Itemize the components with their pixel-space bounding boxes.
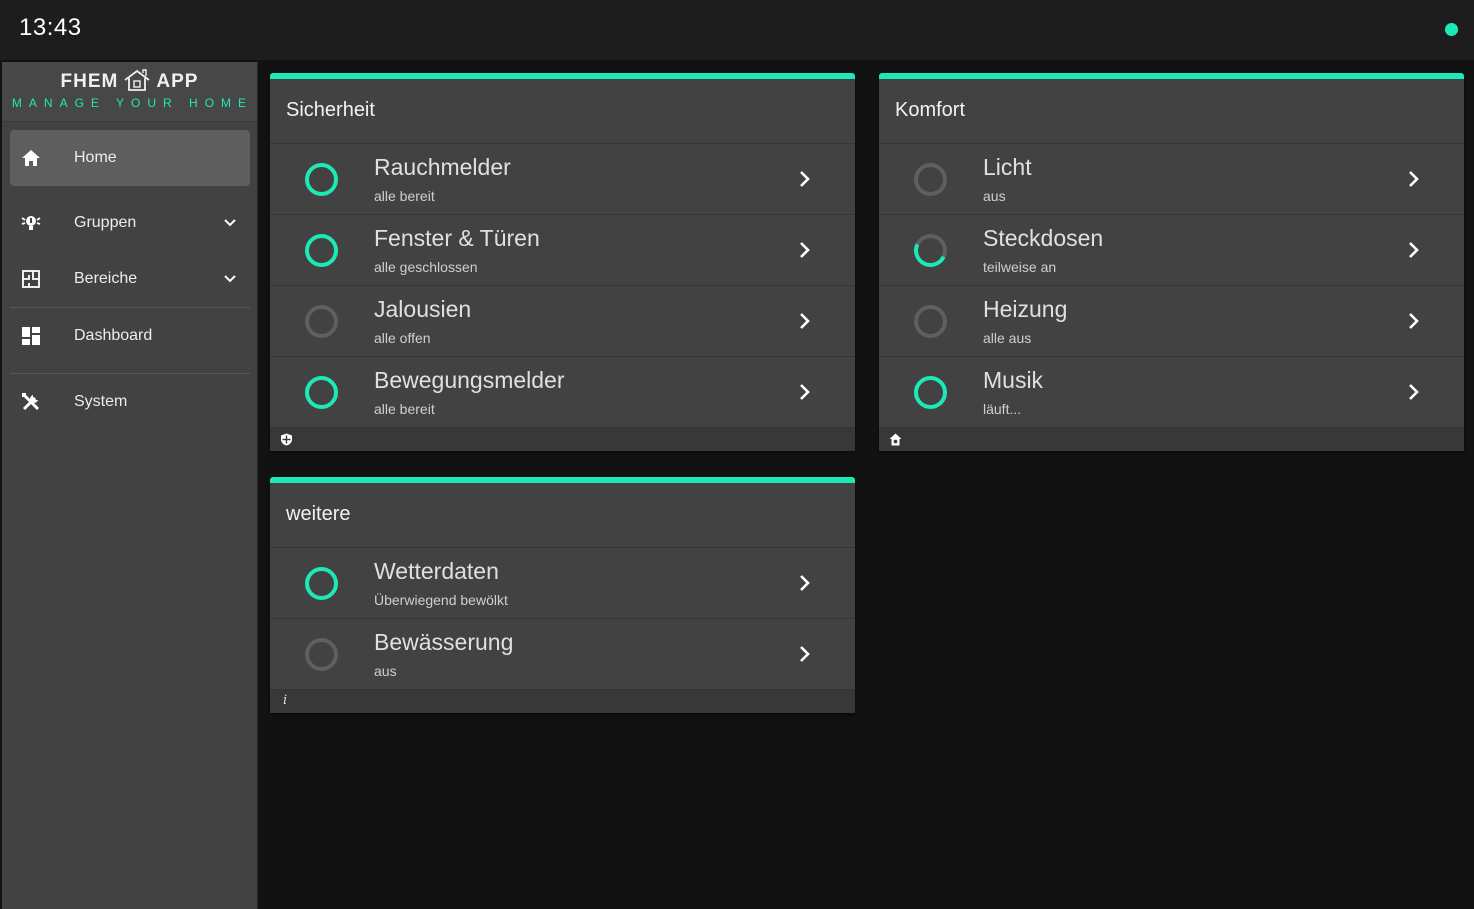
status-ring-icon [305,376,338,409]
item-name: Musik [983,367,1044,393]
card-footer: i [270,690,855,713]
item-status: alle geschlossen [374,259,478,275]
item-status: alle bereit [374,188,435,204]
groups-icon [20,212,42,234]
card-sicherheit: Sicherheit Rauchmelder alle bereit Fenst… [270,73,855,451]
connection-status-indicator [1445,23,1458,36]
item-status: läuft... [983,401,1022,417]
list-item[interactable]: Heizung alle aus [879,286,1464,357]
chevron-right-icon[interactable] [793,168,815,190]
clock: 13:43 [19,14,82,41]
chevron-right-icon[interactable] [1402,381,1424,403]
status-ring-icon [305,163,338,196]
list-item[interactable]: Steckdosen teilweise an [879,215,1464,286]
list-item[interactable]: Licht aus [879,144,1464,215]
item-status: alle bereit [374,401,435,417]
list-item[interactable]: Jalousien alle offen [270,286,855,357]
logo-title: FHEM APP [2,68,257,93]
logo-subtitle: MANAGE YOUR HOME [11,96,254,110]
list-item[interactable]: Musik läuft... [879,357,1464,428]
item-name: Rauchmelder [374,154,511,180]
status-ring-icon [914,163,947,196]
item-name: Fenster & Türen [374,225,540,251]
list-item[interactable]: Bewässerung aus [270,619,855,690]
navigation-drawer: FHEM APP MANAGE YOUR HOME Home Gruppen Be… [2,62,258,909]
app-logo: FHEM APP MANAGE YOUR HOME [2,62,257,122]
list-item[interactable]: Wetterdaten Überwiegend bewölkt [270,548,855,619]
card-footer [879,428,1464,451]
floorplan-icon [20,268,42,290]
house-logo-icon [124,69,150,91]
list-item[interactable]: Rauchmelder alle bereit [270,144,855,215]
nav-item-home[interactable]: Home [10,130,250,186]
status-ring-icon [305,638,338,671]
item-name: Licht [983,154,1032,180]
shield-icon [281,433,292,446]
nav-label-gruppen: Gruppen [74,214,137,231]
card-komfort: Komfort Licht aus Steckdosen teilweise a… [879,73,1464,451]
status-ring-icon [914,376,947,409]
list-item[interactable]: Bewegungsmelder alle bereit [270,357,855,428]
tools-icon [20,391,42,413]
item-status: teilweise an [983,259,1057,275]
item-name: Heizung [983,296,1068,322]
card-title: Sicherheit [270,79,855,144]
list-item[interactable]: Fenster & Türen alle geschlossen [270,215,855,286]
nav-item-gruppen[interactable]: Gruppen [10,195,250,251]
info-icon: i [283,693,288,708]
chevron-right-icon[interactable] [793,572,815,594]
nav-item-bereiche[interactable]: Bereiche [10,251,250,307]
card-title: Komfort [879,79,1464,144]
chevron-right-icon[interactable] [1402,239,1424,261]
status-ring-icon [305,234,338,267]
nav-label-home: Home [74,149,117,166]
item-status: alle aus [983,330,1032,346]
chevron-right-icon[interactable] [793,310,815,332]
item-name: Jalousien [374,296,472,322]
chevron-right-icon[interactable] [1402,168,1424,190]
item-status: aus [374,663,397,679]
nav-list: Home Gruppen Bereiche Dashboard System [2,130,258,430]
home-comfort-icon [889,433,902,446]
card-footer [270,428,855,451]
nav-item-dashboard[interactable]: Dashboard [10,308,250,364]
chevron-right-icon[interactable] [793,381,815,403]
home-icon [20,147,42,169]
item-name: Steckdosen [983,225,1104,251]
dashboard-icon [20,325,42,347]
chevron-right-icon[interactable] [793,643,815,665]
app-bar: 13:43 [0,0,1474,60]
status-ring-icon [914,305,947,338]
item-status: alle offen [374,330,431,346]
nav-label-dashboard: Dashboard [74,327,153,344]
status-ring-icon [305,567,338,600]
item-name: Bewegungsmelder [374,367,565,393]
item-name: Bewässerung [374,629,514,655]
logo-title-left: FHEM [60,71,119,92]
card-weitere: weitere Wetterdaten Überwiegend bewölkt … [270,477,855,713]
chevron-right-icon[interactable] [793,239,815,261]
chevron-down-icon[interactable] [222,271,238,287]
logo-title-right: APP [156,71,199,92]
chevron-down-icon[interactable] [222,215,238,231]
chevron-right-icon[interactable] [1402,310,1424,332]
item-status: Überwiegend bewölkt [374,592,508,608]
item-name: Wetterdaten [374,558,499,584]
nav-label-system: System [74,393,128,410]
status-ring-icon [909,229,952,272]
card-title: weitere [270,483,855,548]
status-ring-icon [305,305,338,338]
nav-item-system[interactable]: System [10,374,250,430]
nav-label-bereiche: Bereiche [74,270,138,287]
item-status: aus [983,188,1006,204]
